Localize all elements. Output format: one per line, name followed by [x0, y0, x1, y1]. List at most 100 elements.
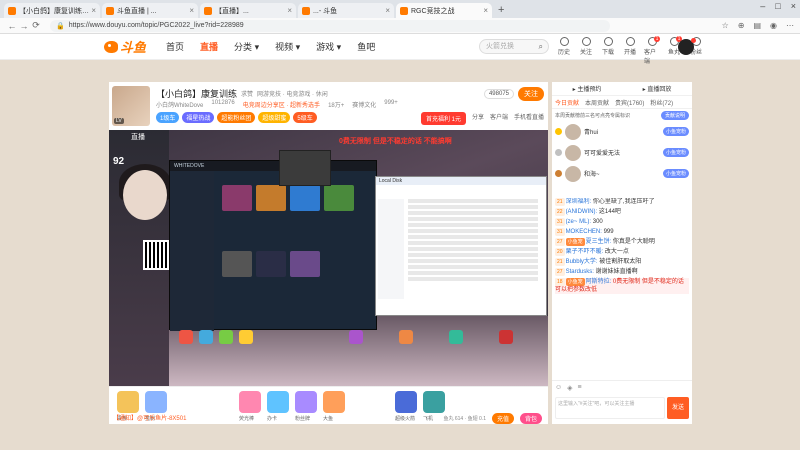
download-button[interactable]: 下载 — [600, 37, 616, 65]
gift-card-icon[interactable] — [267, 391, 289, 413]
follow-list-button[interactable]: 关注 — [578, 37, 594, 65]
gift-fanbadge-icon[interactable] — [295, 391, 317, 413]
nav-yuba[interactable]: 鱼吧 — [357, 40, 375, 53]
barrage-icon[interactable]: ≡ — [578, 384, 582, 392]
charge-button[interactable]: 充值 — [491, 413, 514, 424]
desktop-app-icon — [199, 330, 213, 344]
chat-sidebar: ▸ 主播预约 ▸ 直播回放 今日贡献 本周贡献 贵宾(1760) 粉丝(72) … — [552, 82, 692, 424]
search-input[interactable]: 火箭兑换 ⌕ — [479, 39, 549, 54]
rank-avatar[interactable] — [565, 123, 581, 140]
profile-icon[interactable]: ◉ — [770, 21, 777, 30]
browser-tab-active[interactable]: RGC竞技之战 × — [396, 3, 492, 18]
chat-nickname[interactable]: 夏三生饼: — [586, 239, 612, 245]
first-charge-button[interactable]: 首充福利 1元 — [420, 112, 466, 125]
close-tab-icon[interactable]: × — [189, 6, 194, 15]
fanbadge-icon[interactable]: ◈ — [567, 384, 572, 392]
rank-name[interactable]: 和海~ — [584, 169, 660, 178]
close-tab-icon[interactable]: × — [287, 6, 292, 15]
nav-live[interactable]: 直播 — [200, 40, 218, 53]
more-icon[interactable]: ⋯ — [786, 21, 794, 30]
video-player[interactable]: 直播 92 WHITEDOVE Local Disk 0费无限制 但是不稳定的话… — [109, 130, 548, 386]
chat-nickname[interactable]: (ANIDWIN): — [566, 209, 598, 215]
nav-home[interactable]: 首页 — [166, 40, 184, 53]
rank-row[interactable]: 青hui 小鱼宠粉 — [552, 121, 692, 142]
browser-tab[interactable]: 斗鱼直播 | ... × — [102, 3, 198, 18]
room-badge[interactable]: 福星热战 — [182, 112, 215, 123]
maximize-icon[interactable]: □ — [775, 1, 780, 11]
rank-name[interactable]: 可可爱爱无法 — [584, 148, 660, 157]
chat-nickname[interactable]: 深圳福利: — [566, 199, 592, 205]
url-input[interactable]: 🔒 https://www.douyu.com/topic/PGC2022_li… — [50, 19, 610, 32]
replay-button[interactable]: ▸ 直播回放 — [643, 84, 672, 93]
forward-icon[interactable]: → — [18, 21, 30, 31]
room-meta: 小白鸽WhiteDove 1012876 电竞周边分享区 · 超新秀选手 18万… — [156, 100, 398, 109]
douyu-logo[interactable]: 斗鱼 — [104, 37, 146, 56]
tab-vip[interactable]: 贵宾(1760) — [615, 98, 644, 107]
reload-icon[interactable]: ⟳ — [30, 20, 42, 31]
streamer-avatar[interactable]: LV — [112, 86, 150, 126]
rank-row[interactable]: 可可爱爱无法 小鱼宠粉 — [552, 142, 692, 163]
user-level-badge: 22 — [555, 208, 565, 216]
avatar-level-badge: LV — [114, 118, 124, 124]
collections-icon[interactable]: ▤ — [753, 21, 761, 30]
close-tab-icon[interactable]: × — [385, 6, 390, 15]
minimize-icon[interactable]: – — [760, 1, 765, 11]
client-link[interactable]: 客户端 — [490, 112, 508, 125]
rank-row[interactable]: 和海~ 小鱼宠粉 — [552, 163, 692, 184]
chat-nickname[interactable]: 栗子不吓不暖: — [566, 249, 604, 255]
rank-avatar[interactable] — [565, 165, 581, 182]
reservation-button[interactable]: ▸ 主播预约 — [573, 84, 602, 93]
rank-name[interactable]: 青hui — [584, 127, 660, 136]
follow-button[interactable]: 关注 — [518, 87, 544, 101]
close-tab-icon[interactable]: × — [91, 6, 96, 15]
room-badge[interactable]: 超级甜蜜 — [258, 112, 291, 123]
emoji-icon[interactable]: ☺ — [555, 384, 562, 392]
chat-text: 300 — [592, 219, 603, 225]
tab-fans[interactable]: 粉丝(72) — [650, 98, 673, 107]
nav-game[interactable]: 游戏 ▾ — [316, 40, 341, 53]
client-button[interactable]: 1 客户端 — [644, 36, 660, 65]
chat-input[interactable]: 这里输入"#关注"吧，可以关注主播 — [555, 397, 665, 419]
rank-avatar[interactable] — [565, 144, 581, 161]
start-live-button[interactable]: 开播 — [622, 37, 638, 65]
gift-rocket-icon[interactable] — [395, 391, 417, 413]
nav-video[interactable]: 视频 ▾ — [275, 40, 300, 53]
new-tab-icon[interactable]: + — [498, 3, 504, 18]
tab-week[interactable]: 本周贡献 — [585, 98, 609, 107]
chat-nickname[interactable]: MOKECHEN: — [566, 229, 602, 235]
nav-category[interactable]: 分类 ▾ — [234, 40, 259, 53]
backpack-button[interactable]: 背包 — [519, 413, 542, 424]
room-badge[interactable]: 5级车 — [293, 112, 317, 123]
back-icon[interactable]: ← — [6, 21, 18, 31]
gift-fish-icon[interactable] — [323, 391, 345, 413]
chat-nickname[interactable]: Stardusks: — [566, 269, 594, 275]
fish-logo-icon — [104, 40, 118, 53]
browser-tab[interactable]: 【直播】... × — [200, 3, 296, 18]
room-badge[interactable]: 超能粉丝团 — [217, 112, 256, 123]
share-link[interactable]: 分享 — [472, 112, 484, 125]
mobile-link[interactable]: 手机看直播 — [514, 112, 544, 125]
star-icon[interactable]: ☆ — [722, 21, 729, 30]
medal-icon — [555, 170, 562, 177]
chat-nickname[interactable]: Bubbly大学: — [566, 259, 598, 265]
close-window-icon[interactable]: × — [791, 1, 796, 11]
room-badge[interactable]: 1级车 — [156, 112, 180, 123]
rank-list: 青hui 小鱼宠粉 可可爱爱无法 小鱼宠粉 和海~ 小鱼宠粉 — [552, 121, 692, 184]
chat-nickname[interactable]: 阿斯特拉: — [586, 279, 612, 285]
gift-plane-icon[interactable] — [423, 391, 445, 413]
rank-help-button[interactable]: 贡献说明 — [660, 110, 689, 120]
close-tab-icon[interactable]: × — [483, 6, 488, 15]
tab-today[interactable]: 今日贡献 — [555, 98, 579, 107]
extension-icon[interactable]: ⊕ — [738, 21, 745, 30]
gift-signin-icon[interactable] — [145, 391, 167, 413]
send-button[interactable]: 发送 — [667, 397, 689, 419]
history-button[interactable]: 历史 — [556, 37, 572, 65]
gift-noble-icon[interactable] — [117, 391, 139, 413]
douyu-favicon-icon — [302, 6, 310, 15]
gift-glowstick-icon[interactable] — [239, 391, 261, 413]
browser-tab[interactable]: ...- 斗鱼 × — [298, 3, 394, 18]
search-icon[interactable]: ⌕ — [539, 40, 543, 53]
browser-tab[interactable]: 【小白鸽】康复训练 - 斗鱼× — [4, 3, 100, 18]
user-avatar[interactable] — [678, 38, 696, 55]
chat-nickname[interactable]: (ze~ ML): — [566, 219, 592, 225]
